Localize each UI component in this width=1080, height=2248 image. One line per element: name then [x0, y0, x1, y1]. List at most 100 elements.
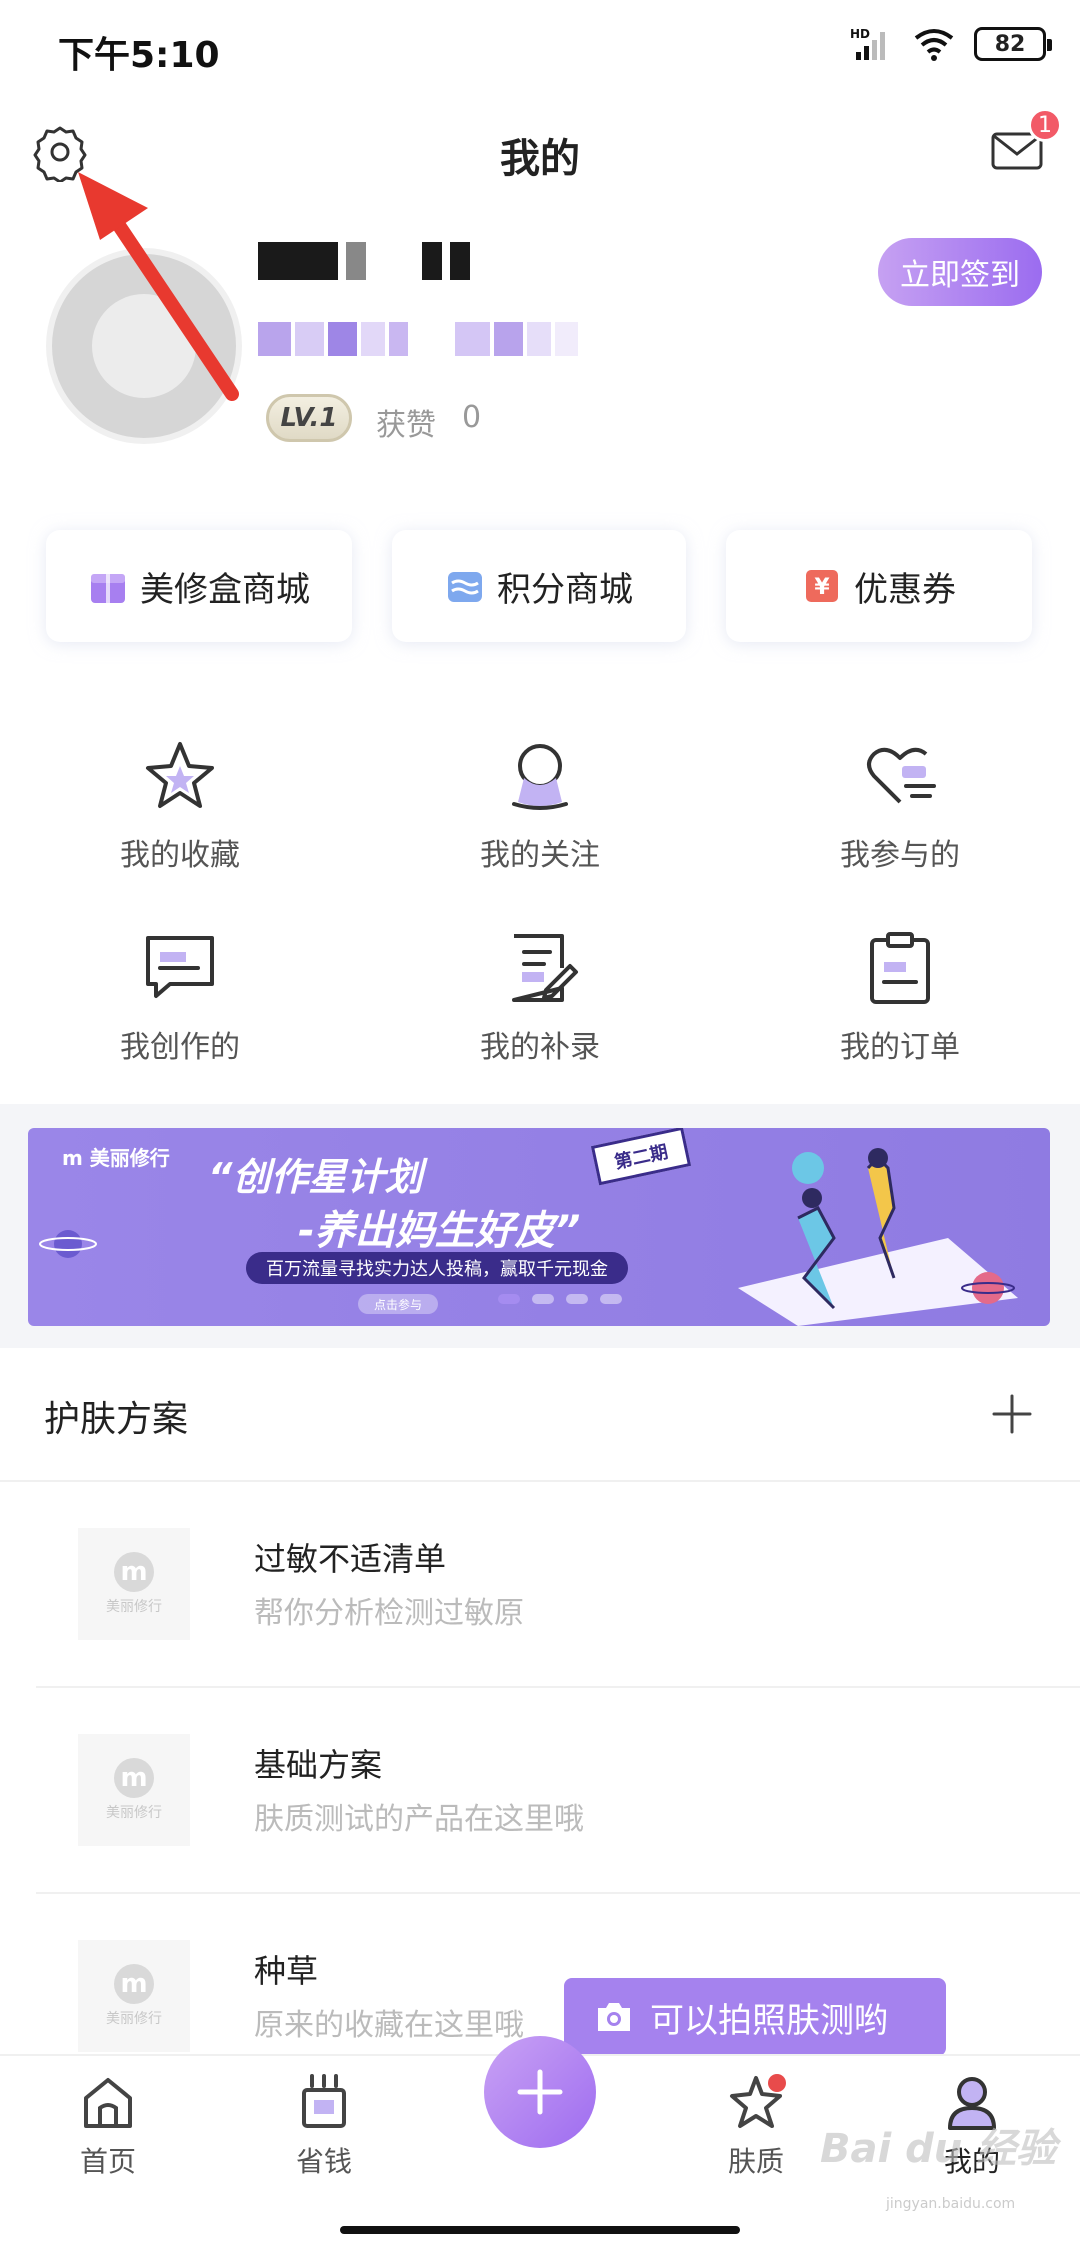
thumbnail-brand-text: 美丽修行 — [106, 1599, 162, 1615]
plan-title: 基础方案 — [254, 1746, 383, 1784]
plus-icon — [992, 1394, 1032, 1434]
carousel-dot — [532, 1294, 554, 1304]
avatar-placeholder — [92, 294, 196, 398]
shop-card-label: 美修盒商城 — [140, 569, 310, 610]
tab-skin[interactable]: 肤质 — [676, 2072, 836, 2180]
wifi-icon — [914, 29, 954, 61]
grid-item-orders[interactable]: 我的订单 — [750, 928, 1050, 1078]
network-type: HD — [850, 27, 870, 41]
banner-title-line1: “创作星计划 — [208, 1155, 423, 1199]
camera-icon — [598, 2003, 630, 2031]
grid-item-label: 我的收藏 — [120, 838, 240, 873]
grid-item-favorites[interactable]: 我的收藏 — [30, 736, 330, 886]
banner-logo: m 美丽修行 — [62, 1146, 170, 1170]
home-icon — [84, 2078, 132, 2128]
brand-logo-icon: m — [114, 1552, 154, 1592]
page-title: 我的 — [500, 136, 580, 182]
watermark-url: jingyan.baidu.com — [886, 2196, 1016, 2212]
plan-title: 过敏不适清单 — [254, 1540, 447, 1578]
shop-card-label: 优惠券 — [854, 569, 956, 610]
avatar[interactable] — [46, 248, 242, 444]
battery-indicator: 82 — [974, 27, 1052, 61]
plan-item-allergy[interactable]: m 美丽修行 过敏不适清单 帮你分析检测过敏原 — [0, 1494, 1080, 1694]
plan-description: 帮你分析检测过敏原 — [254, 1596, 524, 1631]
banner-cta-button[interactable]: 点击参与 — [358, 1294, 438, 1314]
plan-thumbnail: m 美丽修行 — [78, 1528, 190, 1640]
shop-card-coupons[interactable]: ¥ 优惠券 — [726, 530, 1032, 642]
coupon-icon: ¥ — [806, 570, 838, 602]
user-icon — [512, 744, 568, 810]
grid-item-participated[interactable]: 我参与的 — [750, 736, 1050, 886]
status-icons: HD 82 — [850, 26, 1052, 62]
banner-issue-tag: 第二期 — [590, 1128, 692, 1186]
grid-item-label: 我的订单 — [840, 1030, 960, 1065]
points-icon — [448, 572, 482, 602]
shop-card-points[interactable]: 积分商城 — [392, 530, 686, 642]
create-post-button[interactable] — [484, 2036, 596, 2148]
page: { "status_bar": { "time": "下午5:10", "net… — [0, 0, 1080, 2248]
status-time: 下午5:10 — [58, 35, 220, 76]
likes-label: 获赞 — [376, 408, 436, 443]
grid-item-label: 我参与的 — [840, 838, 960, 873]
header: 我的 — [0, 100, 1080, 200]
divider — [36, 1686, 1080, 1688]
watermark: Bai du 经验 — [820, 2126, 1057, 2172]
star-icon — [146, 742, 214, 808]
tab-label: 首页 — [79, 2145, 136, 2178]
banner-illustration — [738, 1148, 1018, 1326]
add-plan-button[interactable] — [990, 1392, 1034, 1436]
likes-count: 0 — [462, 400, 482, 435]
plan-description: 肤质测试的产品在这里哦 — [254, 1802, 584, 1837]
tab-save-money[interactable]: 省钱 — [244, 2072, 404, 2180]
banner-subtitle: 百万流量寻找实力达人投稿，赢取千元现金 — [246, 1252, 628, 1284]
plan-thumbnail: m 美丽修行 — [78, 1734, 190, 1846]
grid-item-label: 我的补录 — [480, 1030, 600, 1065]
camera-tooltip[interactable]: 可以拍照肤测哟 — [564, 1978, 946, 2070]
plan-thumbnail: m 美丽修行 — [78, 1940, 190, 2052]
user-id-redacted — [258, 322, 578, 358]
brand-logo-icon: m — [114, 1964, 154, 2004]
grid-item-label: 我创作的 — [120, 1030, 240, 1065]
carousel-dots — [498, 1294, 622, 1304]
thumbnail-brand-text: 美丽修行 — [106, 1805, 162, 1821]
signal-icon: HD — [850, 27, 885, 60]
plan-description: 原来的收藏在这里哦 — [254, 2008, 524, 2043]
home-indicator[interactable] — [340, 2226, 740, 2234]
shop-card-label: 积分商城 — [497, 569, 633, 610]
status-bar: 下午5:10 HD 82 — [0, 0, 1080, 96]
chat-box-icon — [146, 936, 214, 998]
gift-box-icon — [91, 574, 125, 603]
carousel-dot — [566, 1294, 588, 1304]
grid-item-following[interactable]: 我的关注 — [390, 736, 690, 886]
divider — [36, 1892, 1080, 1894]
clipboard-icon — [870, 932, 930, 1004]
section-title: 护肤方案 — [44, 1399, 189, 1440]
svg-text:¥: ¥ — [814, 575, 830, 600]
shop-card-meixiuhe[interactable]: 美修盒商城 — [46, 530, 352, 642]
grid-item-label: 我的关注 — [480, 838, 600, 873]
username-redacted — [258, 242, 478, 282]
divider — [0, 1480, 1080, 1482]
carousel-dot — [498, 1294, 520, 1304]
plus-icon — [517, 2069, 563, 2115]
brand-logo-icon: m — [114, 1758, 154, 1798]
banner-title-line2: -养出妈生好皮” — [298, 1208, 581, 1254]
plan-item-basic[interactable]: m 美丽修行 基础方案 肤质测试的产品在这里哦 — [0, 1700, 1080, 1900]
tab-label: 省钱 — [295, 2145, 352, 2178]
thumbnail-brand-text: 美丽修行 — [106, 2011, 162, 2027]
heart-icon — [867, 747, 936, 804]
sign-in-button[interactable]: 立即签到 — [878, 238, 1042, 306]
grid-item-supplement[interactable]: 我的补录 — [390, 928, 690, 1078]
carousel-dot — [600, 1294, 622, 1304]
tab-home[interactable]: 首页 — [28, 2072, 188, 2180]
tab-label: 肤质 — [727, 2145, 784, 2178]
promo-banner[interactable]: m 美丽修行 “创作星计划 -养出妈生好皮” 第二期 百万流量寻找实力达人投稿，… — [28, 1128, 1050, 1326]
level-badge: LV.1 — [266, 394, 352, 442]
grid-item-created[interactable]: 我创作的 — [30, 928, 330, 1078]
save-money-icon — [302, 2074, 346, 2128]
notification-dot — [768, 2074, 786, 2092]
message-count-badge: 1 — [1028, 108, 1062, 142]
plan-title: 种草 — [254, 1952, 319, 1990]
tooltip-text: 可以拍照肤测哟 — [650, 2000, 888, 2041]
planet-icon — [39, 1230, 97, 1258]
